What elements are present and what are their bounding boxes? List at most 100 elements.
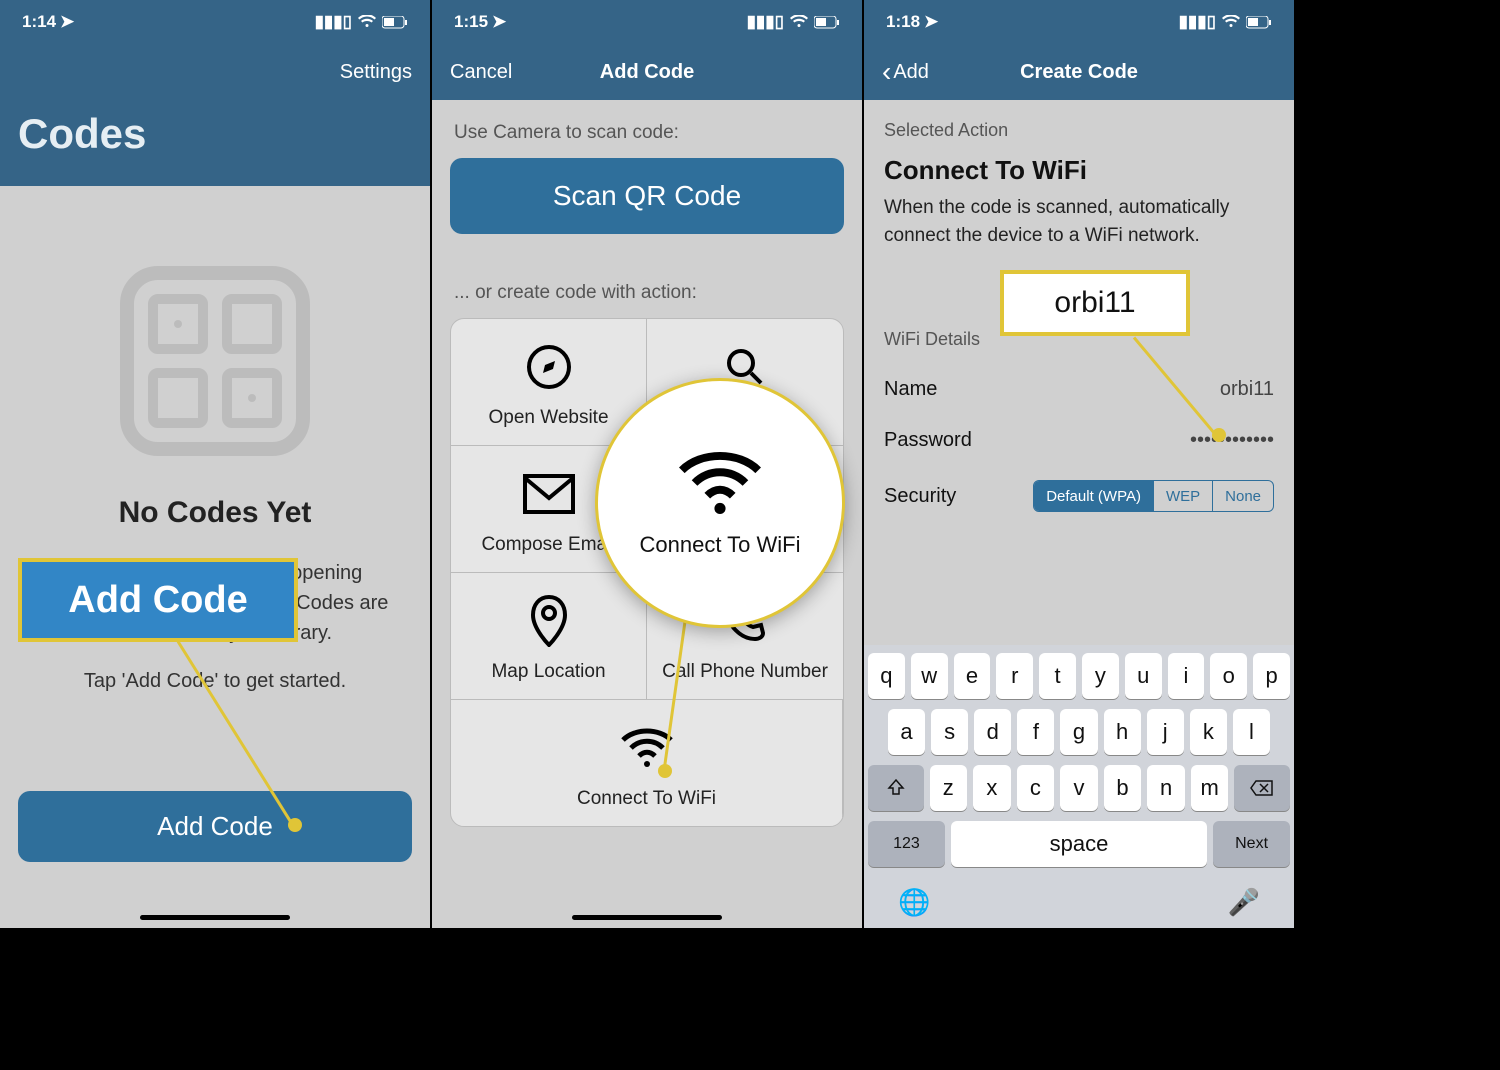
nav-bar: Cancel Add Code (432, 44, 862, 100)
callout-orbi: orbi11 (1000, 270, 1190, 336)
key-r[interactable]: r (996, 653, 1033, 699)
key-h[interactable]: h (1104, 709, 1141, 755)
key-j[interactable]: j (1147, 709, 1184, 755)
panel-add-code: 1:15➤ ▮▮▮▯ Cancel Add Code Use Camera to… (432, 0, 864, 928)
wifi-icon-large (675, 448, 765, 518)
globe-icon[interactable]: 🌐 (898, 887, 930, 918)
scan-qr-button[interactable]: Scan QR Code (450, 158, 844, 234)
key-l[interactable]: l (1233, 709, 1270, 755)
status-time: 1:18 (886, 12, 920, 32)
pin-icon (521, 593, 577, 649)
key-a[interactable]: a (888, 709, 925, 755)
wifi-icon (358, 15, 376, 29)
shift-key[interactable] (868, 765, 924, 811)
action-connect-wifi[interactable]: Connect To WiFi (451, 700, 843, 826)
kb-row2: asdfghjkl (868, 709, 1290, 755)
security-label: Security (884, 485, 956, 508)
key-v[interactable]: v (1060, 765, 1098, 811)
keyboard: qwertyuiop asdfghjkl zxcvbnm 123 space N… (864, 645, 1294, 928)
kb-row4: 123 space Next (868, 821, 1290, 867)
key-e[interactable]: e (954, 653, 991, 699)
callout-dot (1212, 428, 1226, 442)
key-c[interactable]: c (1017, 765, 1055, 811)
key-t[interactable]: t (1039, 653, 1076, 699)
home-indicator (140, 915, 290, 920)
battery-icon (1246, 16, 1272, 29)
password-label: Password (884, 429, 972, 452)
nav-bar: Settings (0, 44, 430, 100)
security-segmented[interactable]: Default (WPA) WEP None (1033, 480, 1274, 512)
status-bar: 1:15➤ ▮▮▮▯ (432, 0, 862, 44)
name-value: orbi11 (1220, 378, 1274, 401)
key-b[interactable]: b (1104, 765, 1142, 811)
action-label: Call Phone Number (653, 661, 837, 683)
qr-placeholder-icon (120, 266, 310, 456)
wifi-security-row: Security Default (WPA) WEP None (864, 466, 1294, 526)
kb-row1: qwertyuiop (868, 653, 1290, 699)
wifi-icon (790, 15, 808, 29)
callout-wifi-zoom: Connect To WiFi (595, 378, 845, 628)
signal-icon: ▮▮▮▯ (1179, 12, 1216, 32)
key-s[interactable]: s (931, 709, 968, 755)
key-f[interactable]: f (1017, 709, 1054, 755)
callout-label: Connect To WiFi (640, 532, 801, 558)
seg-wep[interactable]: WEP (1154, 481, 1213, 511)
kb-row3: zxcvbnm (868, 765, 1290, 811)
delete-key[interactable] (1234, 765, 1290, 811)
location-icon: ➤ (60, 12, 74, 32)
key-o[interactable]: o (1210, 653, 1247, 699)
nav-bar: ‹Add Create Code (864, 44, 1294, 100)
key-i[interactable]: i (1168, 653, 1205, 699)
home-indicator (572, 915, 722, 920)
key-k[interactable]: k (1190, 709, 1227, 755)
compass-icon (521, 339, 577, 395)
envelope-icon (521, 466, 577, 522)
signal-icon: ▮▮▮▯ (747, 12, 784, 32)
key-p[interactable]: p (1253, 653, 1290, 699)
callout-add-code: Add Code (18, 558, 298, 642)
action-description: When the code is scanned, automatically … (864, 194, 1294, 279)
create-label: ... or create code with action: (432, 260, 862, 318)
key-u[interactable]: u (1125, 653, 1162, 699)
panel-create-code: 1:18➤ ▮▮▮▯ ‹Add Create Code Selected Act… (864, 0, 1296, 928)
status-time: 1:15 (454, 12, 488, 32)
wifi-icon (1222, 15, 1240, 29)
wifi-name-row[interactable]: Name orbi11 (864, 364, 1294, 415)
key-x[interactable]: x (973, 765, 1011, 811)
name-label: Name (884, 378, 937, 401)
numbers-key[interactable]: 123 (868, 821, 945, 867)
key-g[interactable]: g (1060, 709, 1097, 755)
action-map-location[interactable]: Map Location (451, 573, 647, 700)
key-m[interactable]: m (1191, 765, 1229, 811)
status-bar: 1:18➤ ▮▮▮▯ (864, 0, 1294, 44)
selected-action-header: Selected Action (864, 100, 1294, 155)
wifi-password-row[interactable]: Password •••••••••••• (864, 415, 1294, 466)
key-q[interactable]: q (868, 653, 905, 699)
mic-icon[interactable]: 🎤 (1228, 887, 1260, 918)
location-icon: ➤ (924, 12, 938, 32)
action-open-website[interactable]: Open Website (451, 319, 647, 446)
key-n[interactable]: n (1147, 765, 1185, 811)
action-label: Connect To WiFi (457, 788, 836, 810)
callout-dot (658, 764, 672, 778)
seg-wpa[interactable]: Default (WPA) (1034, 481, 1154, 511)
status-time: 1:14 (22, 12, 56, 32)
key-d[interactable]: d (974, 709, 1011, 755)
page-title: Codes (0, 100, 430, 186)
key-w[interactable]: w (911, 653, 948, 699)
key-y[interactable]: y (1082, 653, 1119, 699)
callout-dot (288, 818, 302, 832)
empty-title: No Codes Yet (0, 496, 430, 530)
signal-icon: ▮▮▮▯ (315, 12, 352, 32)
key-z[interactable]: z (930, 765, 968, 811)
panel-codes-list: 1:14➤ ▮▮▮▯ Settings Codes No Codes Yet C… (0, 0, 432, 928)
space-key[interactable]: space (951, 821, 1207, 867)
battery-icon (382, 16, 408, 29)
back-button[interactable]: ‹Add (882, 56, 929, 88)
next-key[interactable]: Next (1213, 821, 1290, 867)
settings-button[interactable]: Settings (340, 61, 412, 84)
location-icon: ➤ (492, 12, 506, 32)
add-code-button[interactable]: Add Code (18, 791, 412, 862)
cancel-button[interactable]: Cancel (450, 61, 512, 84)
seg-none[interactable]: None (1213, 481, 1273, 511)
